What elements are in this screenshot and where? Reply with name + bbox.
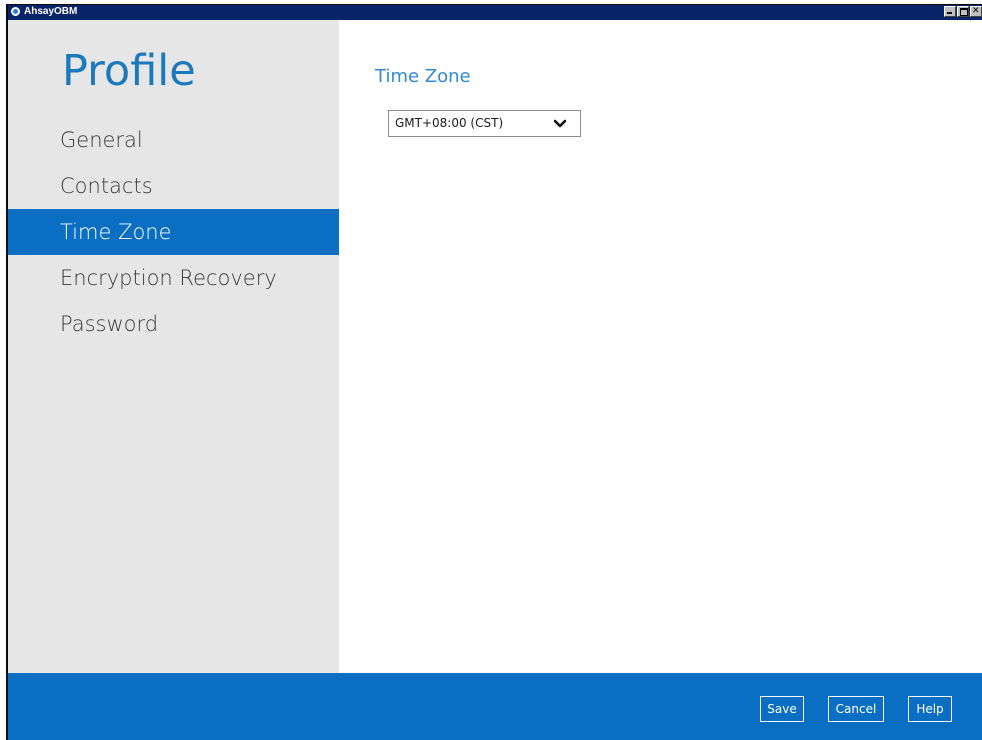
close-icon[interactable]	[970, 5, 982, 17]
app-logo-icon	[11, 7, 20, 16]
section-title: Time Zone	[375, 66, 471, 87]
sidebar: Profile General Contacts Time Zone Encry…	[8, 20, 339, 673]
minimize-icon[interactable]	[944, 6, 956, 17]
sidebar-item-contacts[interactable]: Contacts	[8, 163, 339, 209]
timezone-select[interactable]: GMT+08:00 (CST)	[388, 110, 581, 137]
footer-bar: Save Cancel Help	[8, 673, 982, 740]
app-window: AhsayOBM Profile General Contacts Time Z…	[6, 4, 982, 740]
timezone-select-value: GMT+08:00 (CST)	[395, 116, 504, 130]
window-controls	[943, 5, 982, 18]
help-button[interactable]: Help	[908, 696, 952, 722]
sidebar-item-time-zone[interactable]: Time Zone	[8, 209, 339, 255]
sidebar-item-password[interactable]: Password	[8, 301, 339, 347]
window-title: AhsayOBM	[24, 6, 78, 17]
save-button[interactable]: Save	[760, 696, 804, 722]
maximize-icon[interactable]	[957, 6, 969, 17]
sidebar-item-encryption-recovery[interactable]: Encryption Recovery	[8, 255, 339, 301]
main-content: Time Zone GMT+08:00 (CST)	[339, 20, 982, 673]
page-title: Profile	[62, 46, 196, 96]
chevron-down-icon	[554, 119, 566, 128]
sidebar-item-general[interactable]: General	[8, 117, 339, 163]
sidebar-nav: General Contacts Time Zone Encryption Re…	[8, 117, 339, 347]
title-bar: AhsayOBM	[8, 5, 982, 20]
cancel-button[interactable]: Cancel	[828, 696, 884, 722]
